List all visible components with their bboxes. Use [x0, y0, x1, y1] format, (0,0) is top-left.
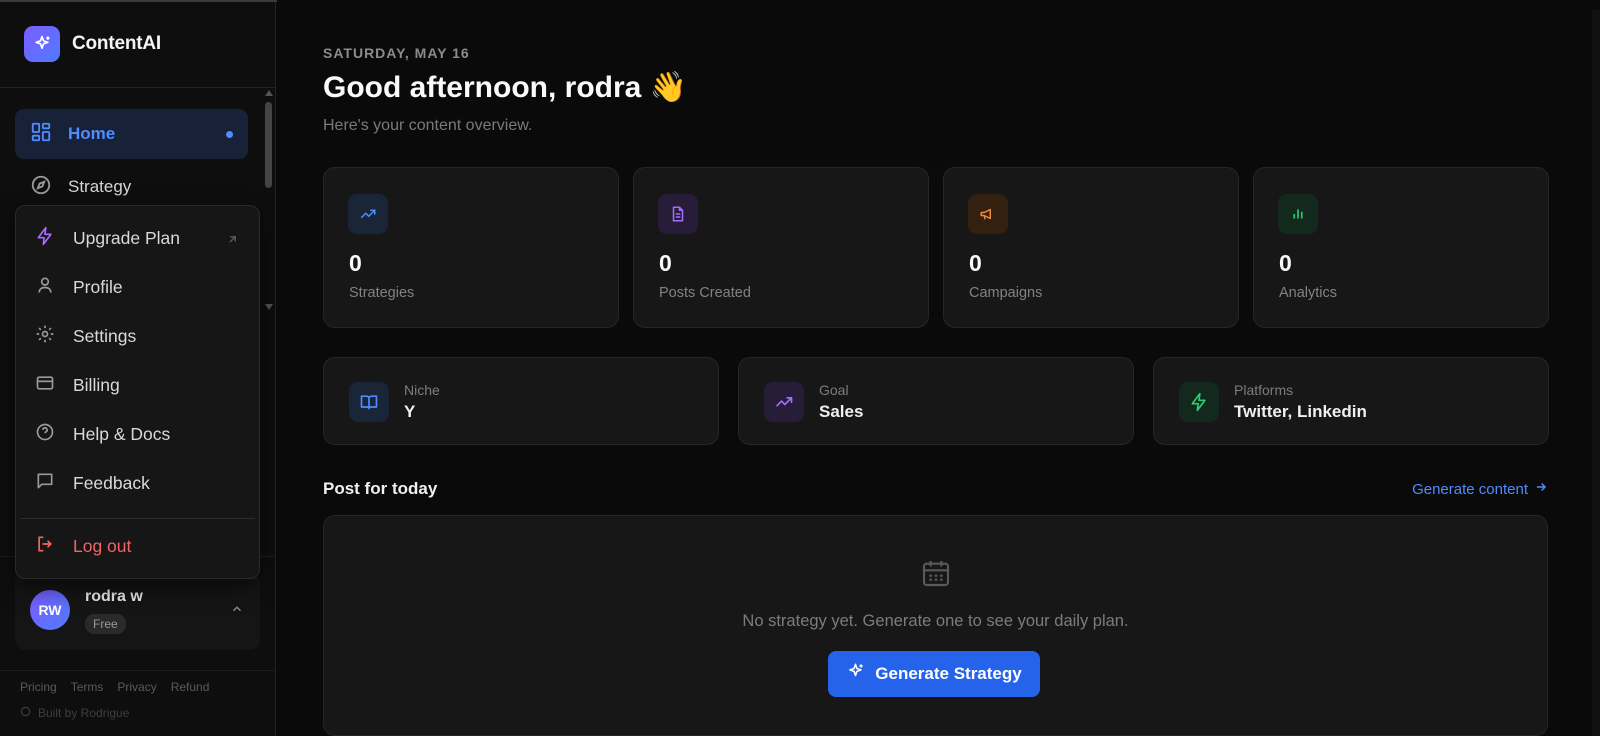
nav-item-home[interactable]: Home: [15, 109, 248, 159]
stat-value: 0: [659, 250, 672, 276]
empty-state-text: No strategy yet. Generate one to see you…: [742, 612, 1129, 630]
sparkles-icon: [846, 662, 865, 686]
menu-item-logout[interactable]: Log out: [16, 524, 259, 568]
trending-up-icon: [764, 382, 804, 422]
stat-value: 0: [969, 250, 982, 276]
trending-up-icon: [348, 194, 388, 234]
footer-link-pricing[interactable]: Pricing: [20, 680, 57, 694]
stat-label: Campaigns: [969, 285, 1043, 301]
menu-item-help-docs[interactable]: Help & Docs: [16, 412, 259, 456]
nav-item-label: Strategy: [68, 177, 132, 196]
generate-content-link[interactable]: Generate content: [1412, 480, 1548, 498]
menu-item-label: Profile: [73, 276, 123, 297]
stat-value: 0: [349, 250, 362, 276]
stat-card-posts-created[interactable]: 0 Posts Created: [633, 167, 929, 328]
menu-item-profile[interactable]: Profile: [16, 265, 259, 309]
menu-item-billing[interactable]: Billing: [16, 363, 259, 407]
footer-link-refund[interactable]: Refund: [171, 680, 210, 694]
post-for-today-card: No strategy yet. Generate one to see you…: [323, 515, 1548, 736]
main-scrollbar[interactable]: [1592, 10, 1600, 736]
info-card-niche: Niche Y: [323, 357, 719, 445]
plan-badge: Free: [85, 614, 126, 634]
menu-item-settings[interactable]: Settings: [16, 314, 259, 358]
scroll-up-arrow[interactable]: [265, 90, 273, 96]
bolt-icon: [35, 226, 55, 251]
bolt-icon: [1179, 382, 1219, 422]
built-by-text: Built by Rodrigue: [38, 706, 130, 720]
page-subtitle: Here's your content overview.: [323, 117, 533, 134]
main-content: SATURDAY, MAY 16 Good afternoon, rodra 👋…: [277, 0, 1600, 736]
compass-icon: [30, 174, 52, 201]
chevron-up-icon: [230, 602, 244, 621]
link-label: Generate content: [1412, 480, 1528, 498]
footer-link-privacy[interactable]: Privacy: [117, 680, 156, 694]
message-square-icon: [35, 471, 55, 496]
button-label: Generate Strategy: [875, 664, 1022, 683]
avatar: RW: [30, 590, 70, 630]
menu-item-label: Billing: [73, 374, 120, 395]
layout-grid-icon: [30, 121, 52, 148]
brand[interactable]: ContentAI: [24, 26, 161, 62]
stat-label: Analytics: [1279, 285, 1338, 301]
menu-item-label: Upgrade Plan: [73, 227, 181, 248]
divider: [20, 518, 255, 519]
file-text-icon: [658, 194, 698, 234]
credit-card-icon: [35, 373, 55, 398]
stat-card-strategies[interactable]: 0 Strategies: [323, 167, 619, 328]
gear-icon: [35, 324, 55, 349]
book-open-icon: [349, 382, 389, 422]
arrow-right-icon: [1534, 480, 1548, 498]
external-link-icon: [226, 230, 239, 251]
stat-label: Posts Created: [659, 285, 751, 301]
divider: [0, 87, 276, 88]
logout-icon: [35, 534, 55, 559]
page-title: Good afternoon, rodra 👋: [323, 71, 688, 104]
info-value: Y: [404, 402, 416, 421]
brand-name: ContentAI: [72, 33, 161, 54]
current-date: SATURDAY, MAY 16: [323, 45, 470, 61]
stat-label: Strategies: [349, 285, 415, 301]
menu-item-upgrade-plan[interactable]: Upgrade Plan: [16, 216, 259, 260]
calendar-icon: [920, 556, 952, 595]
generate-strategy-button[interactable]: Generate Strategy: [828, 651, 1040, 697]
active-indicator: [226, 131, 233, 138]
stat-card-analytics[interactable]: 0 Analytics: [1253, 167, 1549, 328]
bar-chart-icon: [1278, 194, 1318, 234]
footer-link-terms[interactable]: Terms: [71, 680, 104, 694]
nav-item-label: Home: [68, 124, 116, 143]
circle-icon: [20, 706, 31, 720]
menu-item-feedback[interactable]: Feedback: [16, 461, 259, 505]
stat-value: 0: [1279, 250, 1292, 276]
megaphone-icon: [968, 194, 1008, 234]
menu-item-label: Log out: [73, 535, 132, 556]
user-menu-trigger[interactable]: RW rodra w Free: [15, 572, 260, 650]
user-dropdown-menu: Upgrade Plan Profile Settings Billing He…: [15, 205, 260, 579]
info-card-goal: Goal Sales: [738, 357, 1134, 445]
built-by: Built by Rodrigue: [20, 706, 129, 720]
info-card-platforms: Platforms Twitter, Linkedin: [1153, 357, 1549, 445]
user-icon: [35, 275, 55, 300]
section-title: Post for today: [323, 479, 438, 498]
stat-card-campaigns[interactable]: 0 Campaigns: [943, 167, 1239, 328]
user-name: rodra w: [85, 588, 143, 605]
menu-item-label: Settings: [73, 325, 137, 346]
sidebar-scrollbar[interactable]: [265, 102, 272, 188]
footer-links: Pricing Terms Privacy Refund: [20, 680, 209, 694]
menu-item-label: Feedback: [73, 472, 150, 493]
info-label: Goal: [819, 382, 849, 398]
info-label: Platforms: [1234, 382, 1294, 398]
info-value: Twitter, Linkedin: [1234, 402, 1367, 421]
help-circle-icon: [35, 422, 55, 447]
scroll-down-arrow[interactable]: [265, 304, 273, 310]
sparkles-icon: [24, 26, 60, 62]
info-label: Niche: [404, 382, 440, 398]
divider: [0, 670, 276, 671]
menu-item-label: Help & Docs: [73, 423, 171, 444]
info-value: Sales: [819, 402, 864, 421]
